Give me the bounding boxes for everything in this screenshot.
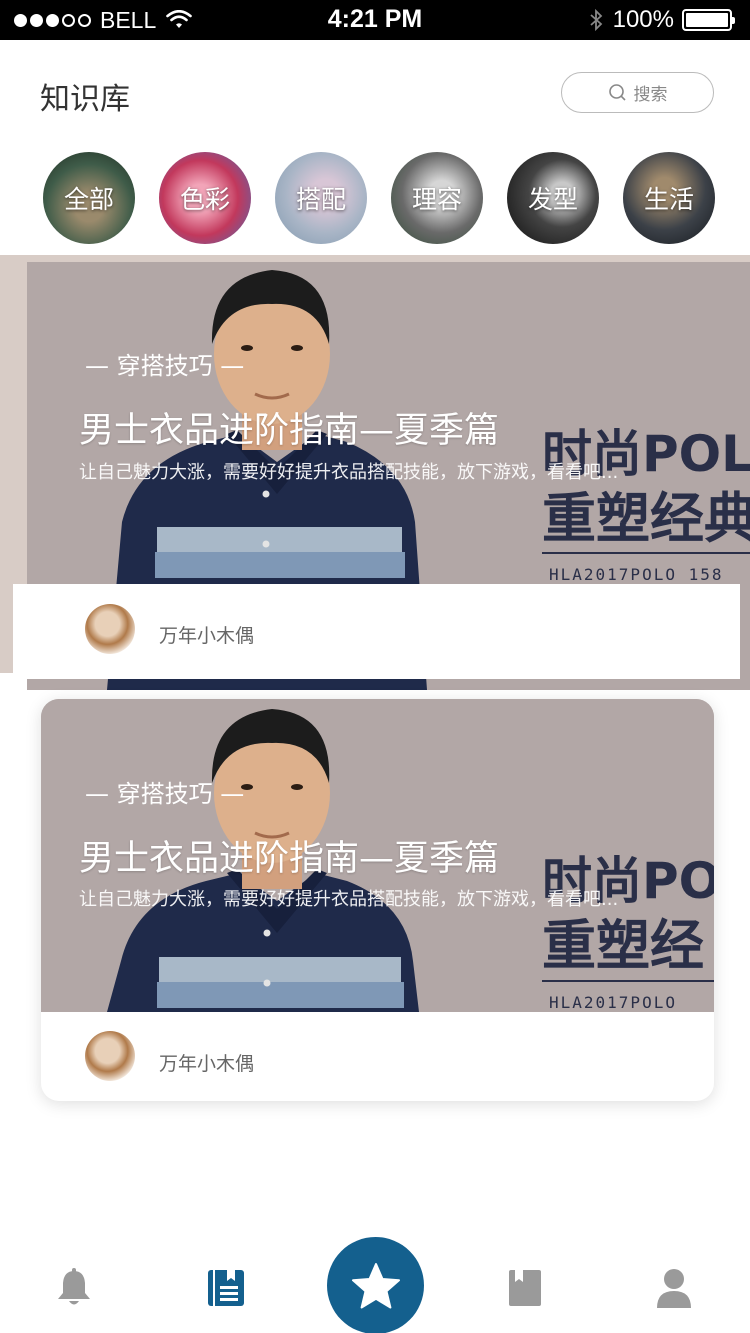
ad-code: HLA2017POLO (549, 993, 677, 1012)
article-title[interactable]: 男士衣品进阶指南—夏季篇 (79, 830, 499, 881)
search-placeholder: 搜索 (633, 85, 668, 105)
category-all[interactable]: 全部 (43, 152, 135, 244)
category-color[interactable]: 色彩 (159, 152, 251, 244)
bell-icon (58, 1268, 90, 1305)
page-title: 知识库 (40, 82, 130, 117)
article-title[interactable]: 男士衣品进阶指南—夏季篇 (79, 402, 499, 453)
category-label: 理容 (411, 185, 462, 214)
search-icon (608, 83, 626, 101)
battery-percent: 100% (612, 6, 674, 33)
tab-profile[interactable] (644, 1260, 704, 1316)
battery-fill (686, 13, 728, 27)
category-hairstyle[interactable]: 发型 (507, 152, 599, 244)
ad-headline-2: 重塑经典 (542, 487, 750, 550)
ad-divider (542, 980, 714, 982)
article-tag: — 穿搭技巧 — (85, 352, 245, 380)
author-name[interactable]: 万年小木偶 (159, 1049, 254, 1076)
avatar[interactable] (85, 1031, 135, 1081)
star-icon (351, 1262, 400, 1308)
battery-icon (682, 9, 735, 31)
category-list: 全部 色彩 搭配 理容 发型 生活 (0, 152, 750, 248)
status-bar: BELL 4:21 PM 100% (0, 0, 750, 40)
user-icon (657, 1269, 691, 1308)
bookmark-icon (509, 1270, 541, 1306)
ad-headline-2: 重塑经 (542, 914, 704, 977)
bluetooth-icon (590, 8, 602, 32)
notebook-icon (208, 1270, 244, 1306)
article-tag: — 穿搭技巧 — (85, 780, 245, 808)
category-label: 发型 (527, 185, 578, 214)
category-grooming[interactable]: 理容 (391, 152, 483, 244)
article-subtitle: 让自己魅力大涨，需要好好提升衣品搭配技能，放下游戏，看看吧... (79, 889, 619, 910)
author-name[interactable]: 万年小木偶 (159, 621, 254, 648)
ad-divider (542, 552, 750, 554)
tab-knowledge[interactable] (196, 1260, 256, 1316)
search-box[interactable]: 搜索 (561, 72, 714, 113)
category-matching[interactable]: 搭配 (275, 152, 367, 244)
ad-code: HLA2017POLO 158 (549, 565, 724, 584)
category-label: 色彩 (179, 185, 230, 214)
category-life[interactable]: 生活 (623, 152, 715, 244)
category-label: 搭配 (295, 185, 346, 214)
status-right: 100% (589, 5, 735, 35)
avatar[interactable] (85, 604, 135, 654)
article-card-image[interactable]: 时尚PO 重塑经 HLA2017POLO — 穿搭技巧 — 男士衣品进阶指南—夏… (41, 699, 714, 1012)
tab-bookmarks[interactable] (495, 1260, 555, 1316)
category-label: 全部 (63, 185, 114, 214)
tab-notifications[interactable] (44, 1260, 104, 1316)
article-card-footer[interactable]: 万年小木偶 (13, 584, 740, 679)
article-subtitle: 让自己魅力大涨，需要好好提升衣品搭配技能，放下游戏，看看吧... (79, 462, 619, 483)
favorites-button[interactable] (327, 1237, 424, 1333)
article-card[interactable]: 时尚PO 重塑经 HLA2017POLO — 穿搭技巧 — 男士衣品进阶指南—夏… (41, 699, 714, 1101)
category-label: 生活 (643, 185, 694, 214)
